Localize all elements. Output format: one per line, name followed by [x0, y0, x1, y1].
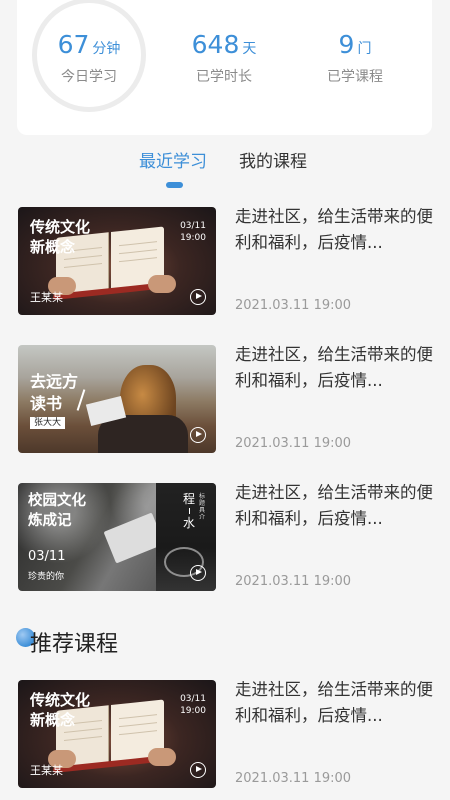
play-icon[interactable]: [190, 762, 206, 778]
course-date: 2021.03.11 19:00: [235, 436, 352, 451]
thumbnail-title: 传统文化 新概念: [30, 691, 91, 729]
course-card[interactable]: 去远方 读书 张大大 走进社区，给生活带来的便利和福利，后疫情... 2021.0…: [18, 345, 438, 455]
thumbnail-title: 校园文化 炼成记: [28, 493, 86, 529]
stat-today-unit: 分钟: [92, 41, 121, 57]
thumbnail-side-small-text: 标题具介: [199, 493, 206, 521]
stat-days[interactable]: 648 天 已学时长: [164, 30, 284, 86]
thumbnail-date: 03/11 19:00: [180, 694, 206, 716]
course-date: 2021.03.11 19:00: [235, 574, 352, 589]
course-title: 走进社区，给生活带来的便利和福利，后疫情...: [235, 680, 433, 725]
thumbnail-presenter: 王某某: [30, 291, 63, 304]
course-title: 走进社区，给生活带来的便利和福利，后疫情...: [235, 483, 433, 528]
tab-recent-learning[interactable]: 最近学习: [139, 150, 207, 174]
course-card[interactable]: 传统文化 新概念 03/11 19:00 王某某 走进社区，给生活带来的便利和福利，…: [18, 680, 438, 790]
thumbnail-date: 03/11: [28, 549, 66, 564]
learning-stats-card: 67 分钟 今日学习 648 天 已学时长 9门 已学课程: [17, 0, 432, 135]
course-thumbnail[interactable]: 校园文化 炼成记 程水 标题具介 03/11 珍贵的你: [18, 483, 216, 591]
thumbnail-title: 传统文化 新概念: [30, 218, 91, 256]
tab-my-courses[interactable]: 我的课程: [239, 150, 307, 174]
course-thumbnail[interactable]: 传统文化 新概念 03/11 19:00 王某某: [18, 207, 216, 315]
stat-today[interactable]: 67 分钟 今日学习: [29, 30, 149, 86]
course-card[interactable]: 校园文化 炼成记 程水 标题具介 03/11 珍贵的你 走进社区，给生活带来的便利…: [18, 483, 438, 593]
section-title: 推荐课程: [30, 632, 119, 657]
thumbnail-title: 去远方 读书: [30, 372, 79, 413]
stat-courses-value: 9: [338, 30, 355, 59]
play-icon[interactable]: [190, 565, 206, 581]
course-title: 走进社区，给生活带来的便利和福利，后疫情...: [235, 207, 433, 252]
play-icon[interactable]: [190, 289, 206, 305]
course-date: 2021.03.11 19:00: [235, 298, 352, 313]
stat-days-value: 648: [191, 30, 240, 59]
course-card[interactable]: 传统文化 新概念 03/11 19:00 王某某 走进社区，给生活带来的便利和福利，…: [18, 207, 438, 317]
active-tab-indicator: [166, 182, 183, 188]
stat-today-value: 67: [57, 30, 90, 59]
thumbnail-presenter: 张大大: [30, 417, 66, 429]
play-icon[interactable]: [190, 427, 206, 443]
stat-courses-unit: 门: [357, 41, 372, 57]
course-title: 走进社区，给生活带来的便利和福利，后疫情...: [235, 345, 433, 390]
thumbnail-caption: 珍贵的你: [28, 572, 65, 582]
stat-days-unit: 天: [242, 41, 257, 57]
thumbnail-date: 03/11 19:00: [180, 221, 206, 243]
stat-courses[interactable]: 9门 已学课程: [295, 30, 415, 86]
course-thumbnail[interactable]: 传统文化 新概念 03/11 19:00 王某某: [18, 680, 216, 788]
course-thumbnail[interactable]: 去远方 读书 张大大: [18, 345, 216, 453]
stat-today-label: 今日学习: [61, 69, 117, 85]
thumbnail-presenter: 王某某: [30, 764, 63, 777]
stat-courses-label: 已学课程: [327, 69, 383, 85]
course-date: 2021.03.11 19:00: [235, 771, 352, 786]
thumbnail-side-text: 程水: [182, 492, 195, 530]
stat-days-label: 已学时长: [196, 69, 252, 85]
course-tabs: 最近学习 我的课程: [0, 150, 450, 190]
